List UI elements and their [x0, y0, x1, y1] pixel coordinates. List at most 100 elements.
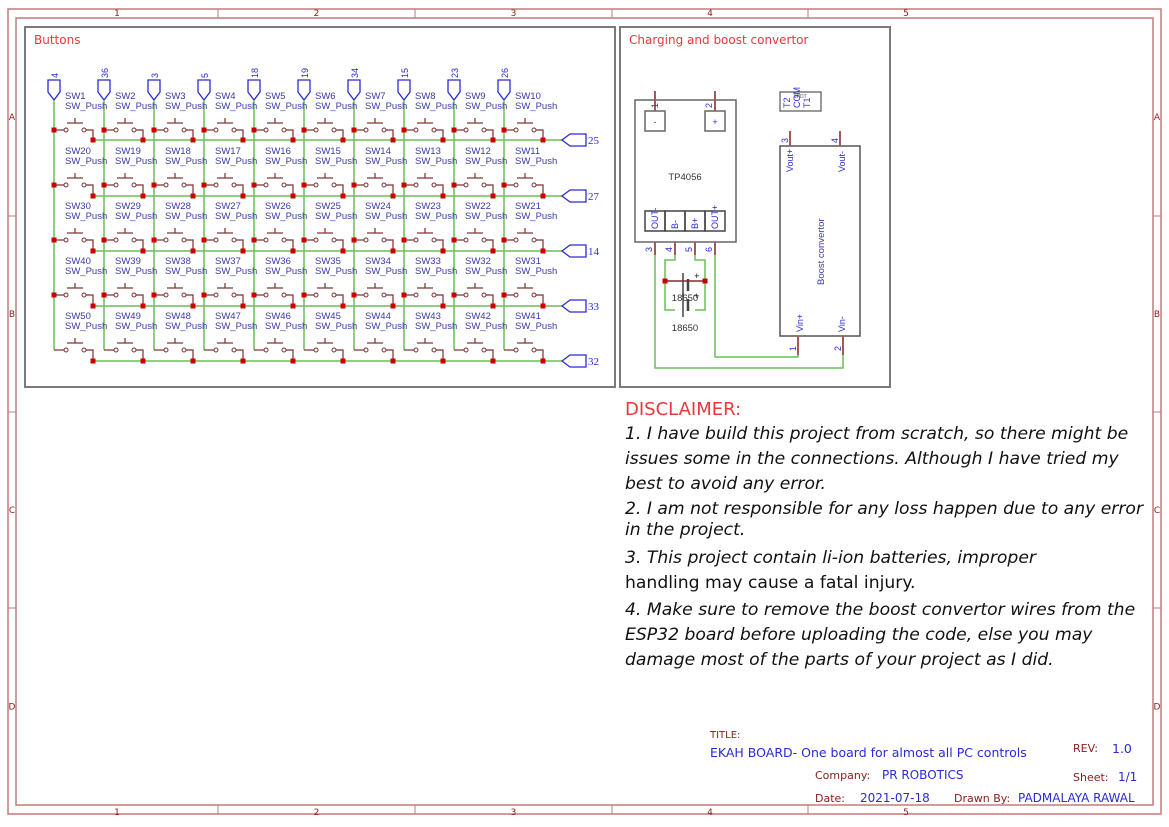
switch-value: SW_Push — [465, 156, 507, 167]
row-marker-right: B — [1154, 310, 1160, 320]
switch-value: SW_Push — [315, 321, 357, 332]
switch-contact — [363, 292, 369, 298]
junction-dot — [401, 292, 407, 298]
push-switch: SW5SW_Push — [251, 91, 307, 143]
tp4056-pin-label: - — [654, 117, 657, 127]
junction-dot — [140, 137, 146, 143]
title-value: EKAH BOARD- One board for almost all PC … — [710, 745, 1027, 760]
column-marker-top: 2 — [314, 9, 320, 19]
junction-dot — [390, 358, 396, 364]
junction-dot — [401, 127, 407, 133]
rev-label: REV: — [1073, 742, 1098, 755]
switch-value: SW_Push — [465, 321, 507, 332]
push-switch: SW7SW_Push — [351, 91, 407, 143]
junction-dot — [501, 182, 507, 188]
junction-dot — [90, 248, 96, 254]
push-switch: SW10SW_Push — [501, 91, 557, 143]
column-net-port-label: 18 — [250, 68, 260, 78]
switch-value: SW_Push — [115, 156, 157, 167]
pin-number: 4 — [830, 138, 840, 143]
junction-dot — [190, 303, 196, 309]
switch-contact — [163, 292, 169, 298]
switch-contact — [231, 347, 237, 353]
switch-value: SW_Push — [315, 156, 357, 167]
switch-contact — [381, 237, 387, 243]
tp4056-terminal-label: OUT+ — [710, 205, 720, 229]
switch-contact — [381, 347, 387, 353]
pin-number: 4 — [664, 247, 674, 252]
switch-contact — [313, 127, 319, 133]
junction-dot — [340, 358, 346, 364]
column-net-port-label: 3 — [150, 73, 160, 78]
column-marker-top: 1 — [114, 9, 120, 19]
push-switch: SW26SW_Push — [251, 201, 307, 254]
junction-dot — [240, 358, 246, 364]
switch-contact — [381, 182, 387, 188]
sheet-value: 1/1 — [1118, 770, 1138, 784]
boost-pin-label: Vout- — [837, 151, 847, 172]
switch-contact — [281, 292, 287, 298]
company-value: PR ROBOTICS — [882, 768, 964, 782]
junction-dot — [140, 358, 146, 364]
switch-contact — [131, 292, 137, 298]
switch-contact — [131, 237, 137, 243]
junction-dot — [490, 303, 496, 309]
switch-contact — [313, 292, 319, 298]
disclaimer-item-2: 2. I am not responsible for any loss hap… — [625, 499, 1144, 540]
switch-contact — [481, 182, 487, 188]
drawn-by-value: PADMALAYA RAWAL — [1018, 791, 1135, 805]
column-marker-top: 4 — [707, 9, 713, 19]
switch-contact — [163, 182, 169, 188]
junction-dot — [340, 248, 346, 254]
switch-value: SW_Push — [515, 156, 557, 167]
switch-value: SW_Push — [165, 321, 207, 332]
column-marker-top: 5 — [903, 9, 909, 19]
row-net-port — [560, 189, 587, 203]
column-net-port — [447, 79, 461, 102]
column-net-port — [297, 79, 311, 102]
column-marker-bottom: 1 — [114, 808, 120, 818]
push-switch: SW27SW_Push — [201, 201, 257, 254]
column-net-port — [347, 79, 361, 102]
push-switch: SW29SW_Push — [101, 201, 157, 254]
charging-panel-border — [619, 26, 891, 388]
push-switch: SW18SW_Push — [151, 146, 207, 199]
row-net-port — [560, 299, 587, 313]
row-net-port-label: 32 — [588, 356, 599, 368]
switch-contact — [413, 127, 419, 133]
switch-contact — [131, 182, 137, 188]
switch-contact — [231, 237, 237, 243]
switch-contact — [331, 292, 337, 298]
out-plus-wire — [714, 255, 799, 358]
junction-dot — [340, 137, 346, 143]
junction-dot — [201, 292, 207, 298]
junction-dot — [540, 193, 546, 199]
switch-contact — [113, 292, 119, 298]
junction-dot — [390, 303, 396, 309]
push-switch: SW37SW_Push — [201, 256, 257, 309]
switch-contact — [63, 237, 69, 243]
switch-value: SW_Push — [115, 321, 157, 332]
push-switch: SW3SW_Push — [151, 91, 207, 143]
push-switch: SW2SW_Push — [101, 91, 157, 143]
switch-contact — [431, 347, 437, 353]
junction-dot — [90, 137, 96, 143]
switch-contact — [113, 127, 119, 133]
junction-dot — [501, 292, 507, 298]
buttons-panel-title: Buttons — [34, 33, 80, 47]
switch-value: SW_Push — [215, 156, 257, 167]
push-switch: SW8SW_Push — [401, 91, 457, 143]
tp4056-terminal-label: B- — [670, 220, 680, 229]
column-marker-top: 3 — [511, 9, 517, 19]
switch-contact — [231, 292, 237, 298]
push-switch: SW4SW_Push — [201, 91, 257, 143]
switch-contact — [63, 182, 69, 188]
push-switch: SW25SW_Push — [301, 201, 357, 254]
switch-contact — [531, 292, 537, 298]
switch-contact — [213, 237, 219, 243]
switch-contact — [381, 127, 387, 133]
push-switch: SW24SW_Push — [351, 201, 407, 254]
row-net-port-label: 14 — [588, 246, 600, 258]
row-net-port — [560, 244, 587, 258]
push-switch: SW17SW_Push — [201, 146, 257, 199]
